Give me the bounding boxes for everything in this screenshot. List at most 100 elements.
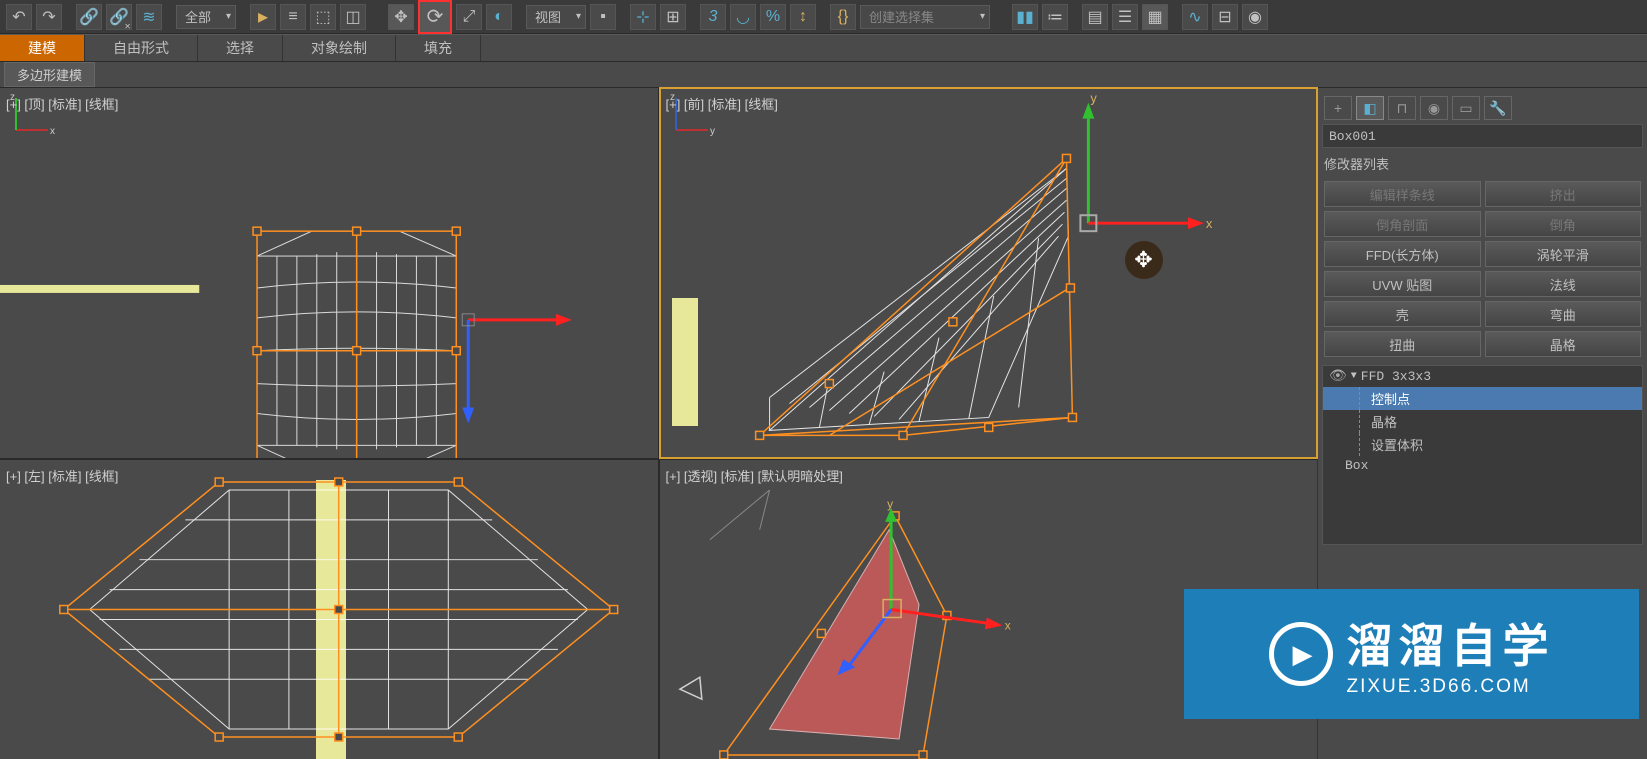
watermark-overlay: 溜溜自学 ZIXUE.3D66.COM [1184, 589, 1639, 719]
tab-utilities-icon[interactable]: 🔧 [1484, 96, 1512, 120]
mod-uvw-map[interactable]: UVW 贴图 [1324, 271, 1481, 297]
move-icon[interactable]: ✥ [388, 4, 414, 30]
command-panel-tabs: + ◧ ⊓ ◉ ▭ 🔧 [1322, 92, 1643, 124]
svg-text:y: y [1090, 91, 1097, 106]
snap-icon[interactable]: 3 [700, 4, 726, 30]
named-set-icon[interactable]: {} [830, 4, 856, 30]
ribbon-tab-modeling[interactable]: 建模 [0, 35, 85, 61]
viewport-grid: [+] [顶] [标准] [线框] [0, 88, 1317, 759]
bind-icon[interactable]: ≋ [136, 4, 162, 30]
svg-text:x: x [1205, 216, 1212, 231]
tab-modify-icon[interactable]: ◧ [1356, 96, 1384, 120]
mod-turbosmooth[interactable]: 涡轮平滑 [1485, 241, 1642, 267]
undo-icon[interactable]: ↶ [6, 4, 32, 30]
ribbon-tab-freeform[interactable]: 自由形式 [85, 35, 198, 61]
stack-lattice[interactable]: 晶格 [1323, 410, 1642, 433]
stack-base-box[interactable]: Box [1323, 456, 1642, 475]
object-name-input[interactable] [1322, 124, 1643, 148]
region-rect-icon[interactable]: ⬚ [310, 4, 336, 30]
percent-label: % [766, 8, 780, 26]
rotate-icon[interactable]: ⟳ [418, 0, 452, 34]
mod-bevel-profile[interactable]: 倒角剖面 [1324, 211, 1481, 237]
unlink-icon[interactable]: 🔗✕ [106, 4, 132, 30]
mod-bend[interactable]: 弯曲 [1485, 301, 1642, 327]
ribbon-toggle-icon[interactable]: ▦ [1142, 4, 1168, 30]
wireframe-top [0, 88, 658, 458]
create-set-label: 创建选择集 [869, 7, 934, 26]
mod-bevel[interactable]: 倒角 [1485, 211, 1642, 237]
wireframe-left [0, 460, 658, 759]
viewport-label-left[interactable]: [+] [左] [标准] [线框] [6, 466, 118, 485]
align-icon[interactable]: ≔ [1042, 4, 1068, 30]
selection-filter-dropdown[interactable]: 全部 [176, 5, 236, 29]
redo-icon[interactable]: ↷ [36, 4, 62, 30]
stack-control-points[interactable]: 控制点 [1323, 387, 1642, 410]
visibility-icon[interactable]: 👁 [1329, 368, 1347, 385]
gizmo-front: y x [1080, 91, 1213, 232]
svg-text:x: x [1004, 618, 1010, 632]
window-crossing-icon[interactable]: ◫ [340, 4, 366, 30]
mod-lattice[interactable]: 晶格 [1485, 331, 1642, 357]
mirror-icon[interactable]: ▮▮ [1012, 4, 1038, 30]
link-icon[interactable]: 🔗 [76, 4, 102, 30]
refcoord-dropdown[interactable]: 视图 [526, 5, 586, 29]
ribbon-panel-polygon-modeling[interactable]: 多边形建模 [4, 62, 95, 87]
angle-snap-icon[interactable]: ◡ [730, 4, 756, 30]
tab-motion-icon[interactable]: ◉ [1420, 96, 1448, 120]
curve-editor-icon[interactable]: ∿ [1182, 4, 1208, 30]
mod-twist[interactable]: 扭曲 [1324, 331, 1481, 357]
ribbon-tab-populate[interactable]: 填充 [396, 35, 481, 61]
tab-create-icon[interactable]: + [1324, 96, 1352, 120]
select-icon[interactable]: ▸ [250, 4, 276, 30]
viewport-front[interactable]: [+] [前] [标准] [线框] [660, 88, 1318, 458]
spinner-snap-icon[interactable]: ↕ [790, 4, 816, 30]
stack-top-label: FFD 3x3x3 [1361, 369, 1431, 384]
expand-icon[interactable]: ▼ [1351, 371, 1357, 382]
ribbon-tabs: 建模 自由形式 选择 对象绘制 填充 [0, 34, 1647, 62]
svg-text:y: y [710, 126, 715, 137]
ribbon-tab-paint[interactable]: 对象绘制 [283, 35, 396, 61]
pivot-center-icon[interactable]: ▪ [590, 4, 616, 30]
ribbon-tab-select[interactable]: 选择 [198, 35, 283, 61]
main-toolbar: ↶ ↷ 🔗 🔗✕ ≋ 全部 ▸ ≡ ⬚ ◫ ✥ ⟳ ⤢ ◐ 视图 ▪ ⊹ ⊞ 3… [0, 0, 1647, 34]
mod-ffd-box[interactable]: FFD(长方体) [1324, 241, 1481, 267]
svg-text:y: y [887, 497, 893, 511]
watermark-url: ZIXUE.3D66.COM [1347, 676, 1531, 698]
viewport-left[interactable]: [+] [左] [标准] [线框] [0, 460, 658, 759]
tab-display-icon[interactable]: ▭ [1452, 96, 1480, 120]
filter-label: 全部 [185, 7, 211, 26]
modifier-list-label[interactable]: 修改器列表 [1322, 148, 1643, 179]
mod-edit-spline[interactable]: 编辑样条线 [1324, 181, 1481, 207]
watermark-title: 溜溜自学 [1347, 610, 1555, 676]
move-cursor-icon: ✥ [1122, 238, 1166, 282]
mod-normal[interactable]: 法线 [1485, 271, 1642, 297]
select-by-name-icon[interactable]: ≡ [280, 4, 306, 30]
viewport-top[interactable]: [+] [顶] [标准] [线框] [0, 88, 658, 458]
gizmo-top [462, 314, 572, 424]
watermark-logo-icon [1269, 622, 1333, 686]
mod-shell[interactable]: 壳 [1324, 301, 1481, 327]
svg-text:x: x [50, 126, 55, 137]
refcoord-label: 视图 [535, 7, 561, 26]
keyboard-shortcut-icon[interactable]: ⊞ [660, 4, 686, 30]
modifier-stack[interactable]: 👁 ▼ FFD 3x3x3 控制点 晶格 设置体积 Box [1322, 365, 1643, 545]
placement-icon[interactable]: ◐ [486, 4, 512, 30]
material-editor-icon[interactable]: ◉ [1242, 4, 1268, 30]
schematic-icon[interactable]: ⊟ [1212, 4, 1238, 30]
viewport-label-front[interactable]: [+] [前] [标准] [线框] [666, 94, 778, 113]
layer-explorer-icon[interactable]: ☰ [1112, 4, 1138, 30]
wireframe-front: y x [660, 88, 1318, 458]
ribbon-subpanel: 多边形建模 [0, 62, 1647, 88]
manipulate-icon[interactable]: ⊹ [630, 4, 656, 30]
percent-snap-icon[interactable]: % [760, 4, 786, 30]
mod-extrude[interactable]: 挤出 [1485, 181, 1642, 207]
viewport-label-top[interactable]: [+] [顶] [标准] [线框] [6, 94, 118, 113]
viewport-label-perspective[interactable]: [+] [透视] [标准] [默认明暗处理] [666, 466, 843, 485]
stack-set-volume[interactable]: 设置体积 [1323, 433, 1642, 456]
scale-icon[interactable]: ⤢ [456, 4, 482, 30]
modifier-buttons: 编辑样条线 挤出 倒角剖面 倒角 FFD(长方体) 涡轮平滑 UVW 贴图 法线… [1322, 179, 1643, 359]
named-set-dropdown[interactable]: 创建选择集 [860, 5, 990, 29]
tab-hierarchy-icon[interactable]: ⊓ [1388, 96, 1416, 120]
stack-ffd[interactable]: 👁 ▼ FFD 3x3x3 [1323, 366, 1642, 387]
layers-icon[interactable]: ▤ [1082, 4, 1108, 30]
